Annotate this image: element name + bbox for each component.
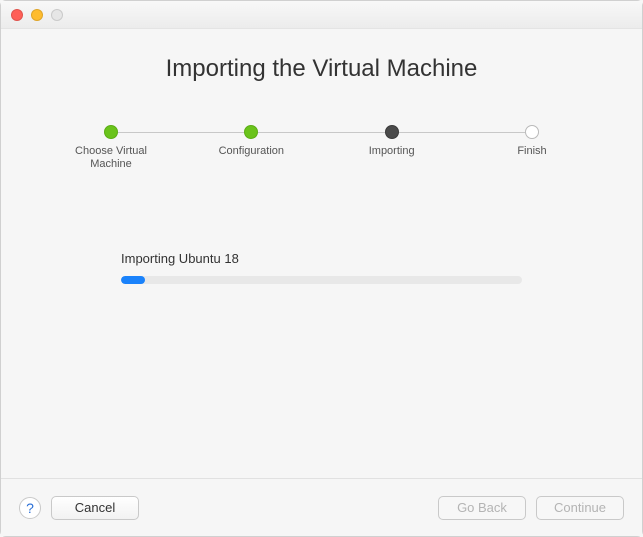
- titlebar: [1, 1, 642, 29]
- step-dot-icon: [244, 125, 258, 139]
- window-close-button[interactable]: [11, 9, 23, 21]
- step-label: Importing: [369, 145, 415, 158]
- window-zoom-button: [51, 9, 63, 21]
- step-track: [258, 132, 384, 133]
- step-label: Configuration: [219, 145, 284, 158]
- step-track: [118, 132, 244, 133]
- progress-fill: [121, 276, 145, 284]
- window-minimize-button[interactable]: [31, 9, 43, 21]
- progress-area: Importing Ubuntu 18: [121, 251, 522, 284]
- step-track: [399, 132, 525, 133]
- step-dot-icon: [385, 125, 399, 139]
- help-button[interactable]: ?: [19, 497, 41, 519]
- step-dot-icon: [525, 125, 539, 139]
- footer: ? Cancel Go Back Continue: [1, 478, 642, 536]
- help-icon: ?: [26, 500, 34, 516]
- progress-bar: [121, 276, 522, 284]
- step-label: Finish: [517, 145, 546, 158]
- wizard-stepper: Choose Virtual Machine Configuration Impor…: [61, 125, 582, 171]
- step-dot-icon: [104, 125, 118, 139]
- progress-label: Importing Ubuntu 18: [121, 251, 522, 266]
- cancel-button[interactable]: Cancel: [51, 496, 139, 520]
- continue-button: Continue: [536, 496, 624, 520]
- goback-button: Go Back: [438, 496, 526, 520]
- step-label: Choose Virtual Machine: [75, 145, 147, 171]
- content-area: Importing the Virtual Machine Choose Vir…: [1, 55, 642, 504]
- page-title: Importing the Virtual Machine: [1, 55, 642, 83]
